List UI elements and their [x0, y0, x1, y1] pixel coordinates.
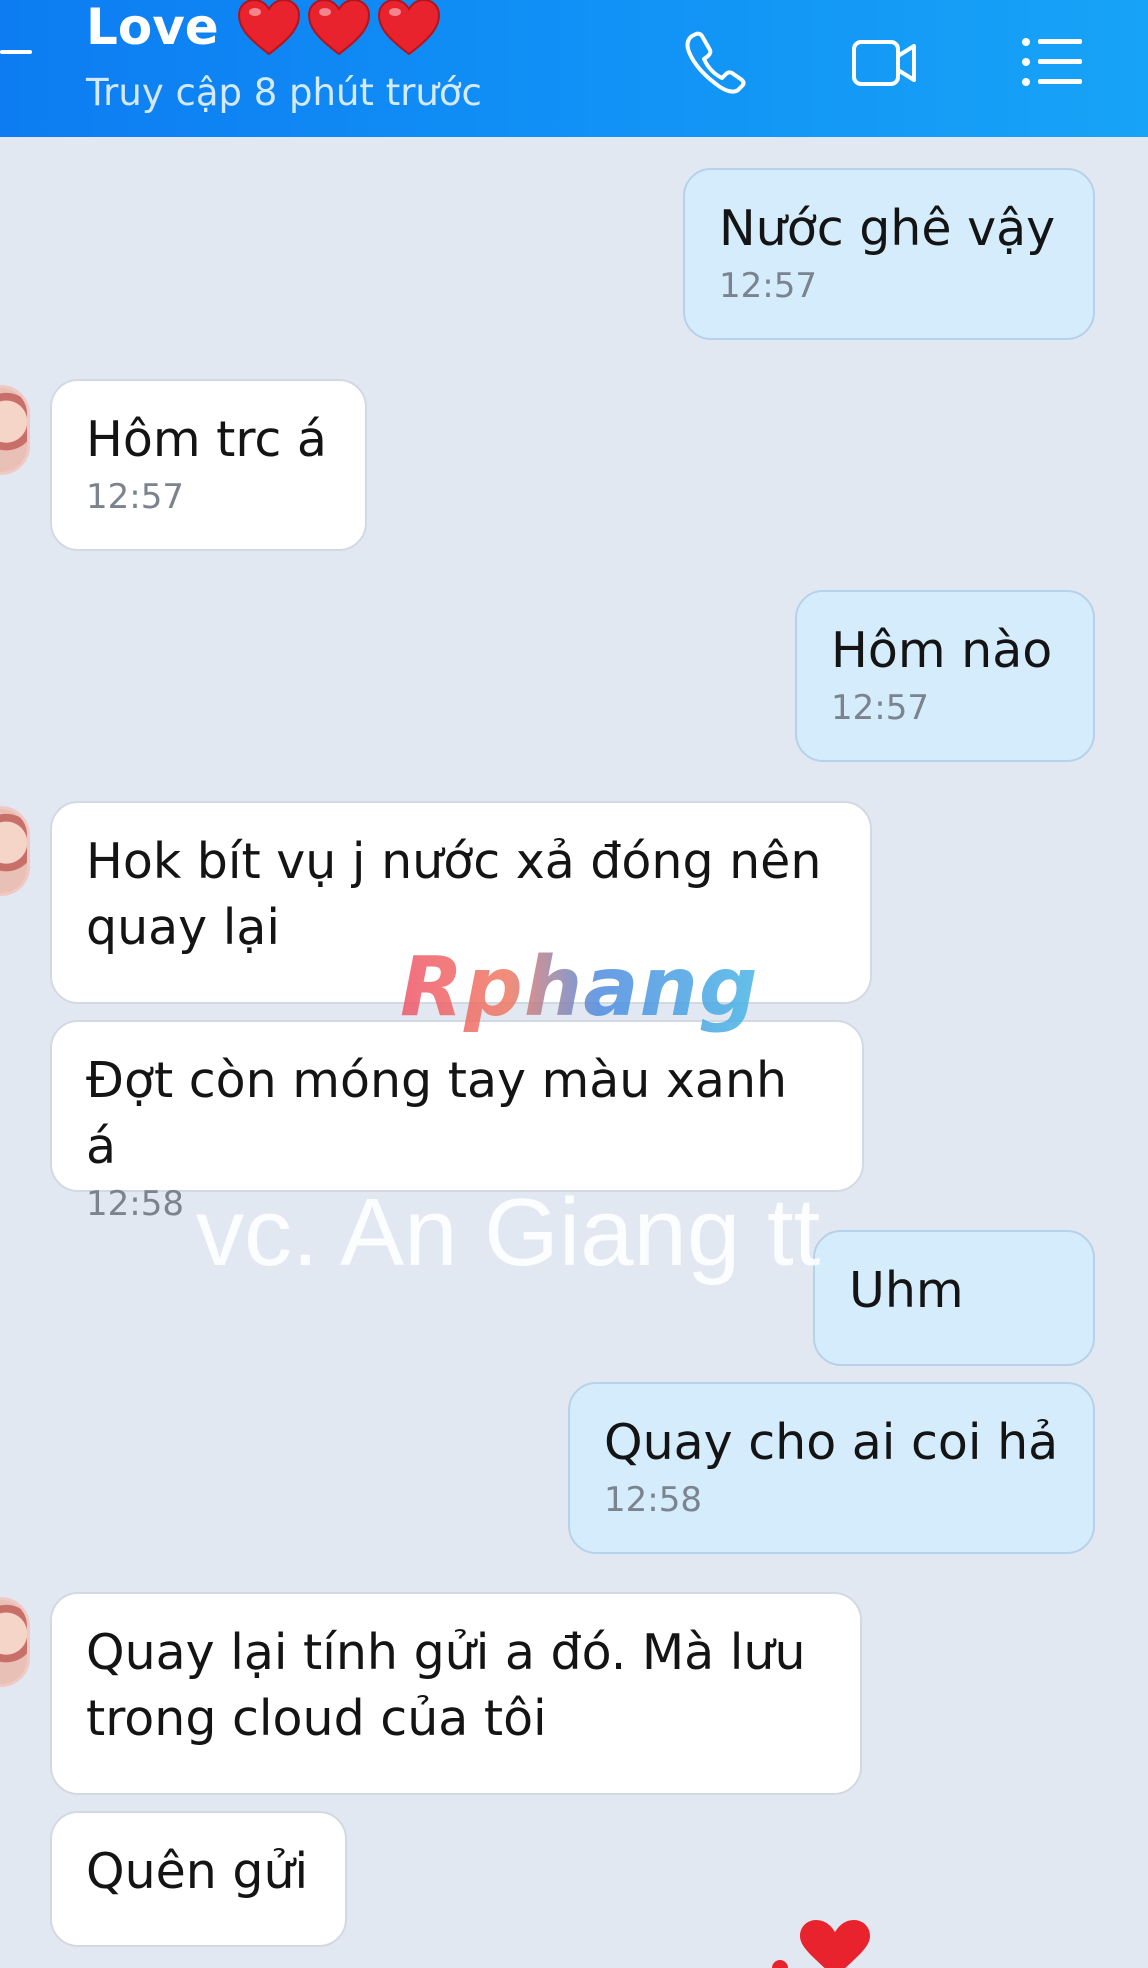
message-text: Quay lại tính gửi a đó. Mà lưu trong clo… — [86, 1624, 806, 1747]
message-bubble-outgoing[interactable]: Hôm nào 12:57 — [795, 590, 1095, 762]
heart-icon — [307, 0, 370, 56]
message-text: Quay cho ai coi hả — [604, 1414, 1059, 1471]
heart-icon — [377, 0, 440, 56]
message-time: 12:57 — [86, 477, 184, 517]
message-bubble-incoming[interactable]: Hôm trc á 12:57 — [50, 379, 367, 551]
contact-avatar[interactable] — [0, 1597, 30, 1687]
video-camera-icon — [852, 40, 916, 86]
message-bubble-outgoing[interactable]: Quay cho ai coi hả 12:58 — [568, 1382, 1095, 1554]
list-menu-icon — [1022, 38, 1082, 86]
watermark-logo: Rphang — [400, 940, 759, 1035]
message-text: Quên gửi — [86, 1843, 309, 1900]
heart-sticker-icon — [772, 1920, 870, 1968]
chat-header: Love Truy cập 8 phút trước — [0, 0, 1148, 137]
phone-icon — [685, 31, 746, 94]
message-time: 12:57 — [831, 688, 929, 728]
message-bubble-outgoing[interactable]: Nước ghê vậy 12:57 — [683, 168, 1095, 340]
message-text: Hôm trc á — [86, 411, 327, 468]
message-time: 12:58 — [604, 1480, 702, 1520]
message-text: Nước ghê vậy — [719, 200, 1056, 257]
call-button[interactable] — [674, 24, 758, 100]
message-bubble-incoming[interactable]: Quay lại tính gửi a đó. Mà lưu trong clo… — [50, 1592, 862, 1795]
message-bubble-outgoing[interactable]: Uhm — [813, 1230, 1095, 1366]
chat-screen: Love Truy cập 8 phút trước Nước ghê vậy … — [0, 0, 1148, 1968]
contact-name[interactable]: Love — [86, 0, 219, 58]
title-row: Love — [86, 0, 441, 58]
video-call-button[interactable] — [842, 24, 926, 100]
contact-avatar[interactable] — [0, 806, 30, 896]
message-text: Uhm — [849, 1262, 964, 1319]
menu-button[interactable] — [1010, 24, 1094, 100]
hearts-emoji-group — [237, 0, 441, 56]
message-text: Hôm nào — [831, 622, 1053, 679]
message-text: Đợt còn móng tay màu xanh á — [86, 1052, 788, 1175]
message-bubble-incoming[interactable]: Quên gửi — [50, 1811, 347, 1947]
contact-avatar[interactable] — [0, 385, 30, 475]
heart-icon — [237, 0, 300, 56]
message-bubble-incoming[interactable]: Đợt còn móng tay màu xanh á 12:58 — [50, 1020, 864, 1224]
last-seen-status: Truy cập 8 phút trước — [86, 71, 482, 114]
back-icon[interactable] — [0, 50, 32, 54]
message-time: 12:57 — [719, 266, 817, 306]
watermark-caption: vc. An Giang tt — [196, 1179, 821, 1286]
